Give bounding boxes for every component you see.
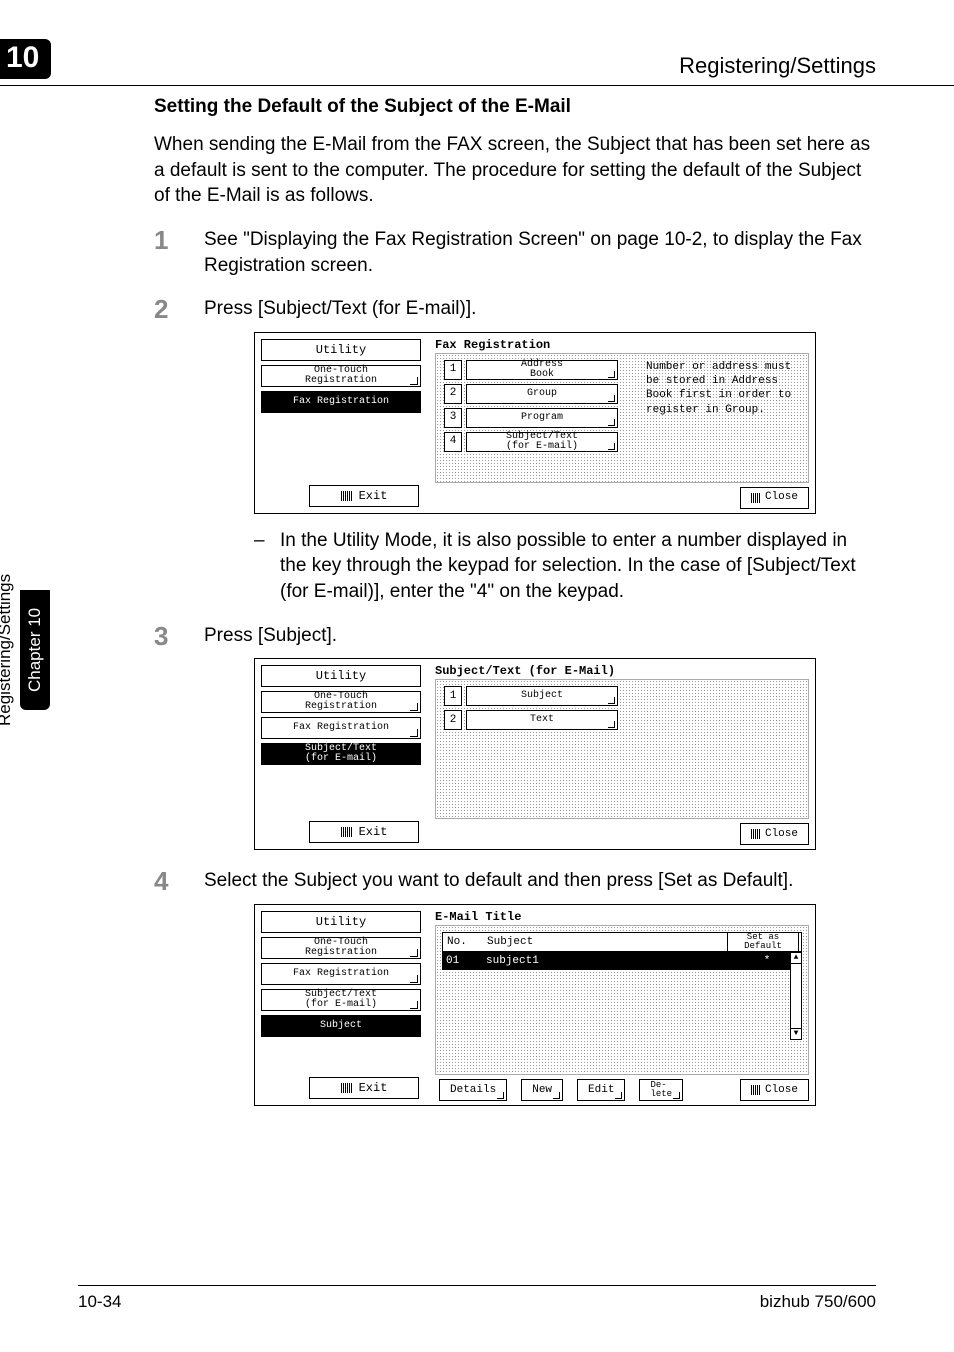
side-tab-chapter: Chapter 10 [20, 590, 50, 710]
scrollbar[interactable]: ▲ ▼ [790, 952, 802, 1040]
close-button[interactable]: Close [740, 487, 809, 509]
model-name: bizhub 750/600 [760, 1292, 876, 1312]
utility-button[interactable]: Utility [261, 665, 421, 687]
step-2-note: In the Utility Mode, it is also possible… [254, 528, 876, 605]
page-number: 10-34 [78, 1292, 121, 1312]
crumb-one-touch[interactable]: One-Touch Registration [261, 691, 421, 713]
screen2-title: Subject/Text (for E-Mail) [435, 663, 815, 679]
crumb-fax-registration[interactable]: Fax Registration [261, 963, 421, 985]
step-4-text: Select the Subject you want to default a… [204, 870, 793, 891]
subheading: Setting the Default of the Subject of th… [154, 96, 876, 118]
menu-item-subject[interactable]: 1Subject [444, 686, 800, 706]
crumb-subject-text[interactable]: Subject/Text (for E-mail) [261, 989, 421, 1011]
table-row[interactable]: 01 subject1 * [442, 952, 802, 970]
screen1-info-text: Number or address must be stored in Addr… [646, 360, 802, 417]
menu-item-subject-text[interactable]: 4Subject/Text (for E-mail) [444, 432, 800, 452]
screen3-title: E-Mail Title [435, 909, 815, 925]
col-subject: Subject [487, 935, 727, 950]
crumb-one-touch[interactable]: One-Touch Registration [261, 365, 421, 387]
screenshot-email-title: Utility One-Touch Registration Fax Regis… [254, 904, 816, 1106]
scroll-up-icon[interactable]: ▲ [791, 953, 801, 964]
exit-button[interactable]: Exit [309, 1077, 419, 1099]
header-section-title: Registering/Settings [679, 53, 876, 79]
step-3: Press [Subject]. Utility One-Touch Regis… [154, 623, 876, 851]
exit-button[interactable]: Exit [309, 821, 419, 843]
crumb-subject[interactable]: Subject [261, 1015, 421, 1037]
set-as-default-button[interactable]: Set as Default [727, 932, 799, 952]
step-2: Press [Subject/Text (for E-mail)]. Utili… [154, 296, 876, 605]
screenshot-subject-text: Utility One-Touch Registration Fax Regis… [254, 658, 816, 850]
exit-button[interactable]: Exit [309, 485, 419, 507]
row-subject: subject1 [486, 954, 732, 969]
utility-button[interactable]: Utility [261, 911, 421, 933]
intro-paragraph: When sending the E-Mail from the FAX scr… [154, 132, 876, 209]
step-1: See "Displaying the Fax Registration Scr… [154, 227, 876, 278]
step-3-text: Press [Subject]. [204, 625, 337, 646]
step-1-text: See "Displaying the Fax Registration Scr… [204, 229, 862, 276]
edit-button[interactable]: Edit [577, 1079, 625, 1101]
menu-item-text[interactable]: 2Text [444, 710, 800, 730]
col-no: No. [443, 935, 487, 950]
crumb-fax-registration[interactable]: Fax Registration [261, 717, 421, 739]
side-tab: Registering/Settings Chapter 10 [16, 470, 50, 830]
screenshot-fax-registration: Utility One-Touch Registration Fax Regis… [254, 332, 816, 514]
crumb-subject-text[interactable]: Subject/Text (for E-mail) [261, 743, 421, 765]
scroll-down-icon[interactable]: ▼ [791, 1028, 801, 1039]
delete-button[interactable]: De- lete [639, 1079, 683, 1101]
utility-button[interactable]: Utility [261, 339, 421, 361]
screen1-title: Fax Registration [435, 337, 815, 353]
side-tab-section: Registering/Settings [0, 558, 20, 742]
row-no: 01 [442, 954, 486, 969]
close-button[interactable]: Close [740, 1079, 809, 1101]
table-column-header: No. Subject Set as Default [442, 932, 802, 952]
crumb-one-touch[interactable]: One-Touch Registration [261, 937, 421, 959]
close-button[interactable]: Close [740, 823, 809, 845]
step-4: Select the Subject you want to default a… [154, 868, 876, 1106]
step-2-text: Press [Subject/Text (for E-mail)]. [204, 298, 476, 319]
chapter-number-badge: 10 [0, 39, 51, 79]
crumb-fax-registration[interactable]: Fax Registration [261, 391, 421, 413]
details-button[interactable]: Details [439, 1079, 507, 1101]
new-button[interactable]: New [521, 1079, 563, 1101]
